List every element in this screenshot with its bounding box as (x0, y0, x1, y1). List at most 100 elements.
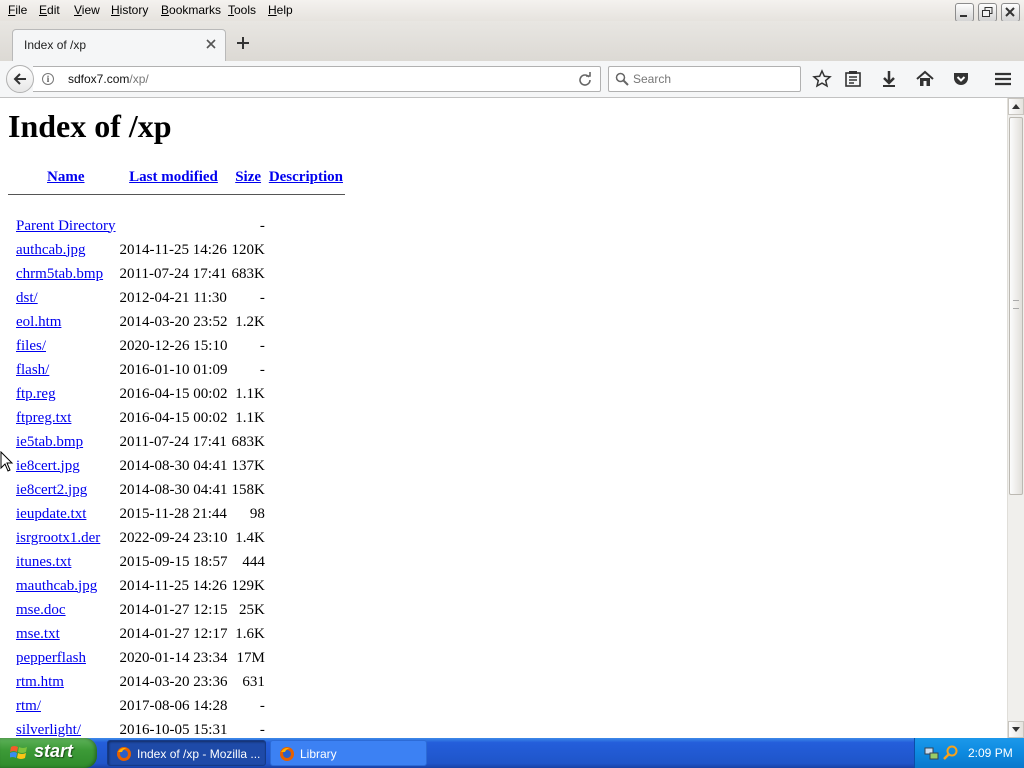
file-link[interactable]: mauthcab.jpg (16, 578, 97, 594)
tab-close-icon[interactable] (205, 38, 217, 50)
start-button[interactable]: start (0, 738, 97, 768)
sort-by-description-link[interactable]: Description (269, 169, 343, 185)
url-text[interactable]: sdfox7.com/xp/ (68, 72, 149, 86)
file-row: files/2020-12-26 15:10 - (8, 334, 345, 358)
search-tray-icon[interactable] (943, 745, 959, 761)
url-bar[interactable]: i sdfox7.com/xp/ (33, 66, 601, 92)
size-cell: - (259, 217, 265, 234)
file-link[interactable]: ieupdate.txt (16, 506, 86, 522)
file-link[interactable]: mse.txt (16, 626, 60, 642)
file-link[interactable]: rtm/ (16, 698, 41, 714)
scrollbar-thumb[interactable] (1009, 117, 1023, 495)
file-link[interactable]: ftp.reg (16, 386, 56, 402)
description-cell (267, 718, 345, 738)
arrow-down-icon (1012, 727, 1020, 732)
file-link[interactable]: dst/ (16, 290, 38, 306)
reload-icon[interactable] (578, 72, 592, 86)
minimize-button[interactable] (955, 3, 974, 22)
file-link[interactable]: itunes.txt (16, 554, 71, 570)
file-link[interactable]: authcab.jpg (16, 242, 86, 258)
sort-by-name-link[interactable]: Name (47, 169, 85, 185)
menu-tools[interactable]: Tools (228, 3, 256, 17)
home-icon[interactable] (915, 69, 935, 89)
size-cell: - (259, 289, 265, 306)
file-link[interactable]: isrgrootx1.der (16, 530, 100, 546)
taskbar-item-firefox[interactable]: Index of /xp - Mozilla ... (107, 740, 266, 766)
file-name-cell: chrm5tab.bmp (8, 262, 118, 286)
menu-edit-label: dit (47, 3, 60, 17)
new-tab-icon[interactable] (235, 35, 251, 51)
size-cell: 1.1K (235, 385, 265, 402)
menu-hamburger-icon[interactable] (993, 69, 1013, 89)
file-link[interactable]: ie8cert2.jpg (16, 482, 87, 498)
description-cell (267, 670, 345, 694)
file-link[interactable]: mse.doc (16, 602, 66, 618)
sort-by-size-link[interactable]: Size (235, 169, 261, 185)
size-cell: 25K (238, 601, 265, 618)
size-cell: - (259, 721, 265, 738)
tab-title: Index of /xp (24, 38, 87, 52)
parent-directory-link[interactable]: Parent Directory (16, 218, 116, 234)
back-button[interactable] (6, 65, 34, 93)
header-name: Name (8, 164, 118, 194)
last-modified-cell (118, 214, 230, 238)
menu-edit[interactable]: Edit (39, 3, 60, 17)
site-info-icon[interactable]: i (42, 73, 54, 85)
file-name-cell: flash/ (8, 358, 118, 382)
file-name-cell: ie5tab.bmp (8, 430, 118, 454)
file-link[interactable]: files/ (16, 338, 46, 354)
size-cell: 1.1K (235, 409, 265, 426)
taskbar-item-library[interactable]: Library (270, 740, 427, 766)
file-link[interactable]: ie8cert.jpg (16, 458, 80, 474)
close-window-button[interactable] (1001, 3, 1020, 22)
vertical-scrollbar[interactable] (1007, 98, 1024, 738)
last-modified-cell: 2020-01-14 23:34 (119, 649, 228, 666)
description-cell (267, 214, 345, 238)
page-title: Index of /xp (8, 108, 172, 144)
restore-button[interactable] (978, 3, 997, 22)
description-cell (267, 334, 345, 358)
file-link[interactable]: pepperflash (16, 650, 86, 666)
file-link[interactable]: rtm.htm (16, 674, 64, 690)
file-link[interactable]: eol.htm (16, 314, 61, 330)
reading-list-icon[interactable] (843, 69, 863, 89)
file-name-cell: mse.txt (8, 622, 118, 646)
file-link[interactable]: ie5tab.bmp (16, 434, 83, 450)
file-link[interactable]: chrm5tab.bmp (16, 266, 103, 282)
sort-by-modified-link[interactable]: Last modified (129, 169, 218, 185)
file-link[interactable]: silverlight/ (16, 722, 81, 738)
description-cell (267, 622, 345, 646)
downloads-icon[interactable] (879, 69, 899, 89)
bookmark-star-icon[interactable] (812, 69, 832, 89)
header-separator (8, 194, 345, 214)
menu-help[interactable]: Help (268, 3, 293, 17)
menu-bookmarks[interactable]: Bookmarks (161, 3, 221, 17)
description-cell (267, 550, 345, 574)
menu-help-label: elp (276, 3, 293, 17)
menu-file[interactable]: File (8, 3, 27, 17)
file-name-cell: files/ (8, 334, 118, 358)
last-modified-cell: 2014-11-25 14:26 (119, 241, 227, 258)
menu-history[interactable]: History (111, 3, 148, 17)
header-size: Size (229, 164, 266, 194)
file-name-cell: authcab.jpg (8, 238, 118, 262)
scroll-up-button[interactable] (1008, 98, 1024, 115)
scroll-down-button[interactable] (1008, 721, 1024, 738)
description-cell (267, 310, 345, 334)
pocket-icon[interactable] (951, 69, 971, 89)
tab-index-of-xp[interactable]: Index of /xp (12, 29, 226, 61)
search-input[interactable] (633, 70, 793, 88)
network-icon[interactable] (924, 745, 940, 761)
file-row: chrm5tab.bmp 2011-07-24 17:41 683K (8, 262, 345, 286)
last-modified-cell: 2014-11-25 14:26 (119, 577, 227, 594)
clock: 2:09 PM (968, 746, 1013, 760)
menu-view[interactable]: View (74, 3, 100, 17)
search-bar[interactable] (608, 66, 801, 92)
menu-history-label: istory (119, 3, 149, 17)
taskbar: start Index of /xp - Mozilla ... Library… (0, 738, 1024, 768)
file-link[interactable]: flash/ (16, 362, 49, 378)
directory-listing: Name Last modified Size Description Pare… (8, 164, 345, 738)
file-row: ie8cert.jpg 2014-08-30 04:41 137K (8, 454, 345, 478)
file-link[interactable]: ftpreg.txt (16, 410, 71, 426)
description-cell (267, 430, 345, 454)
